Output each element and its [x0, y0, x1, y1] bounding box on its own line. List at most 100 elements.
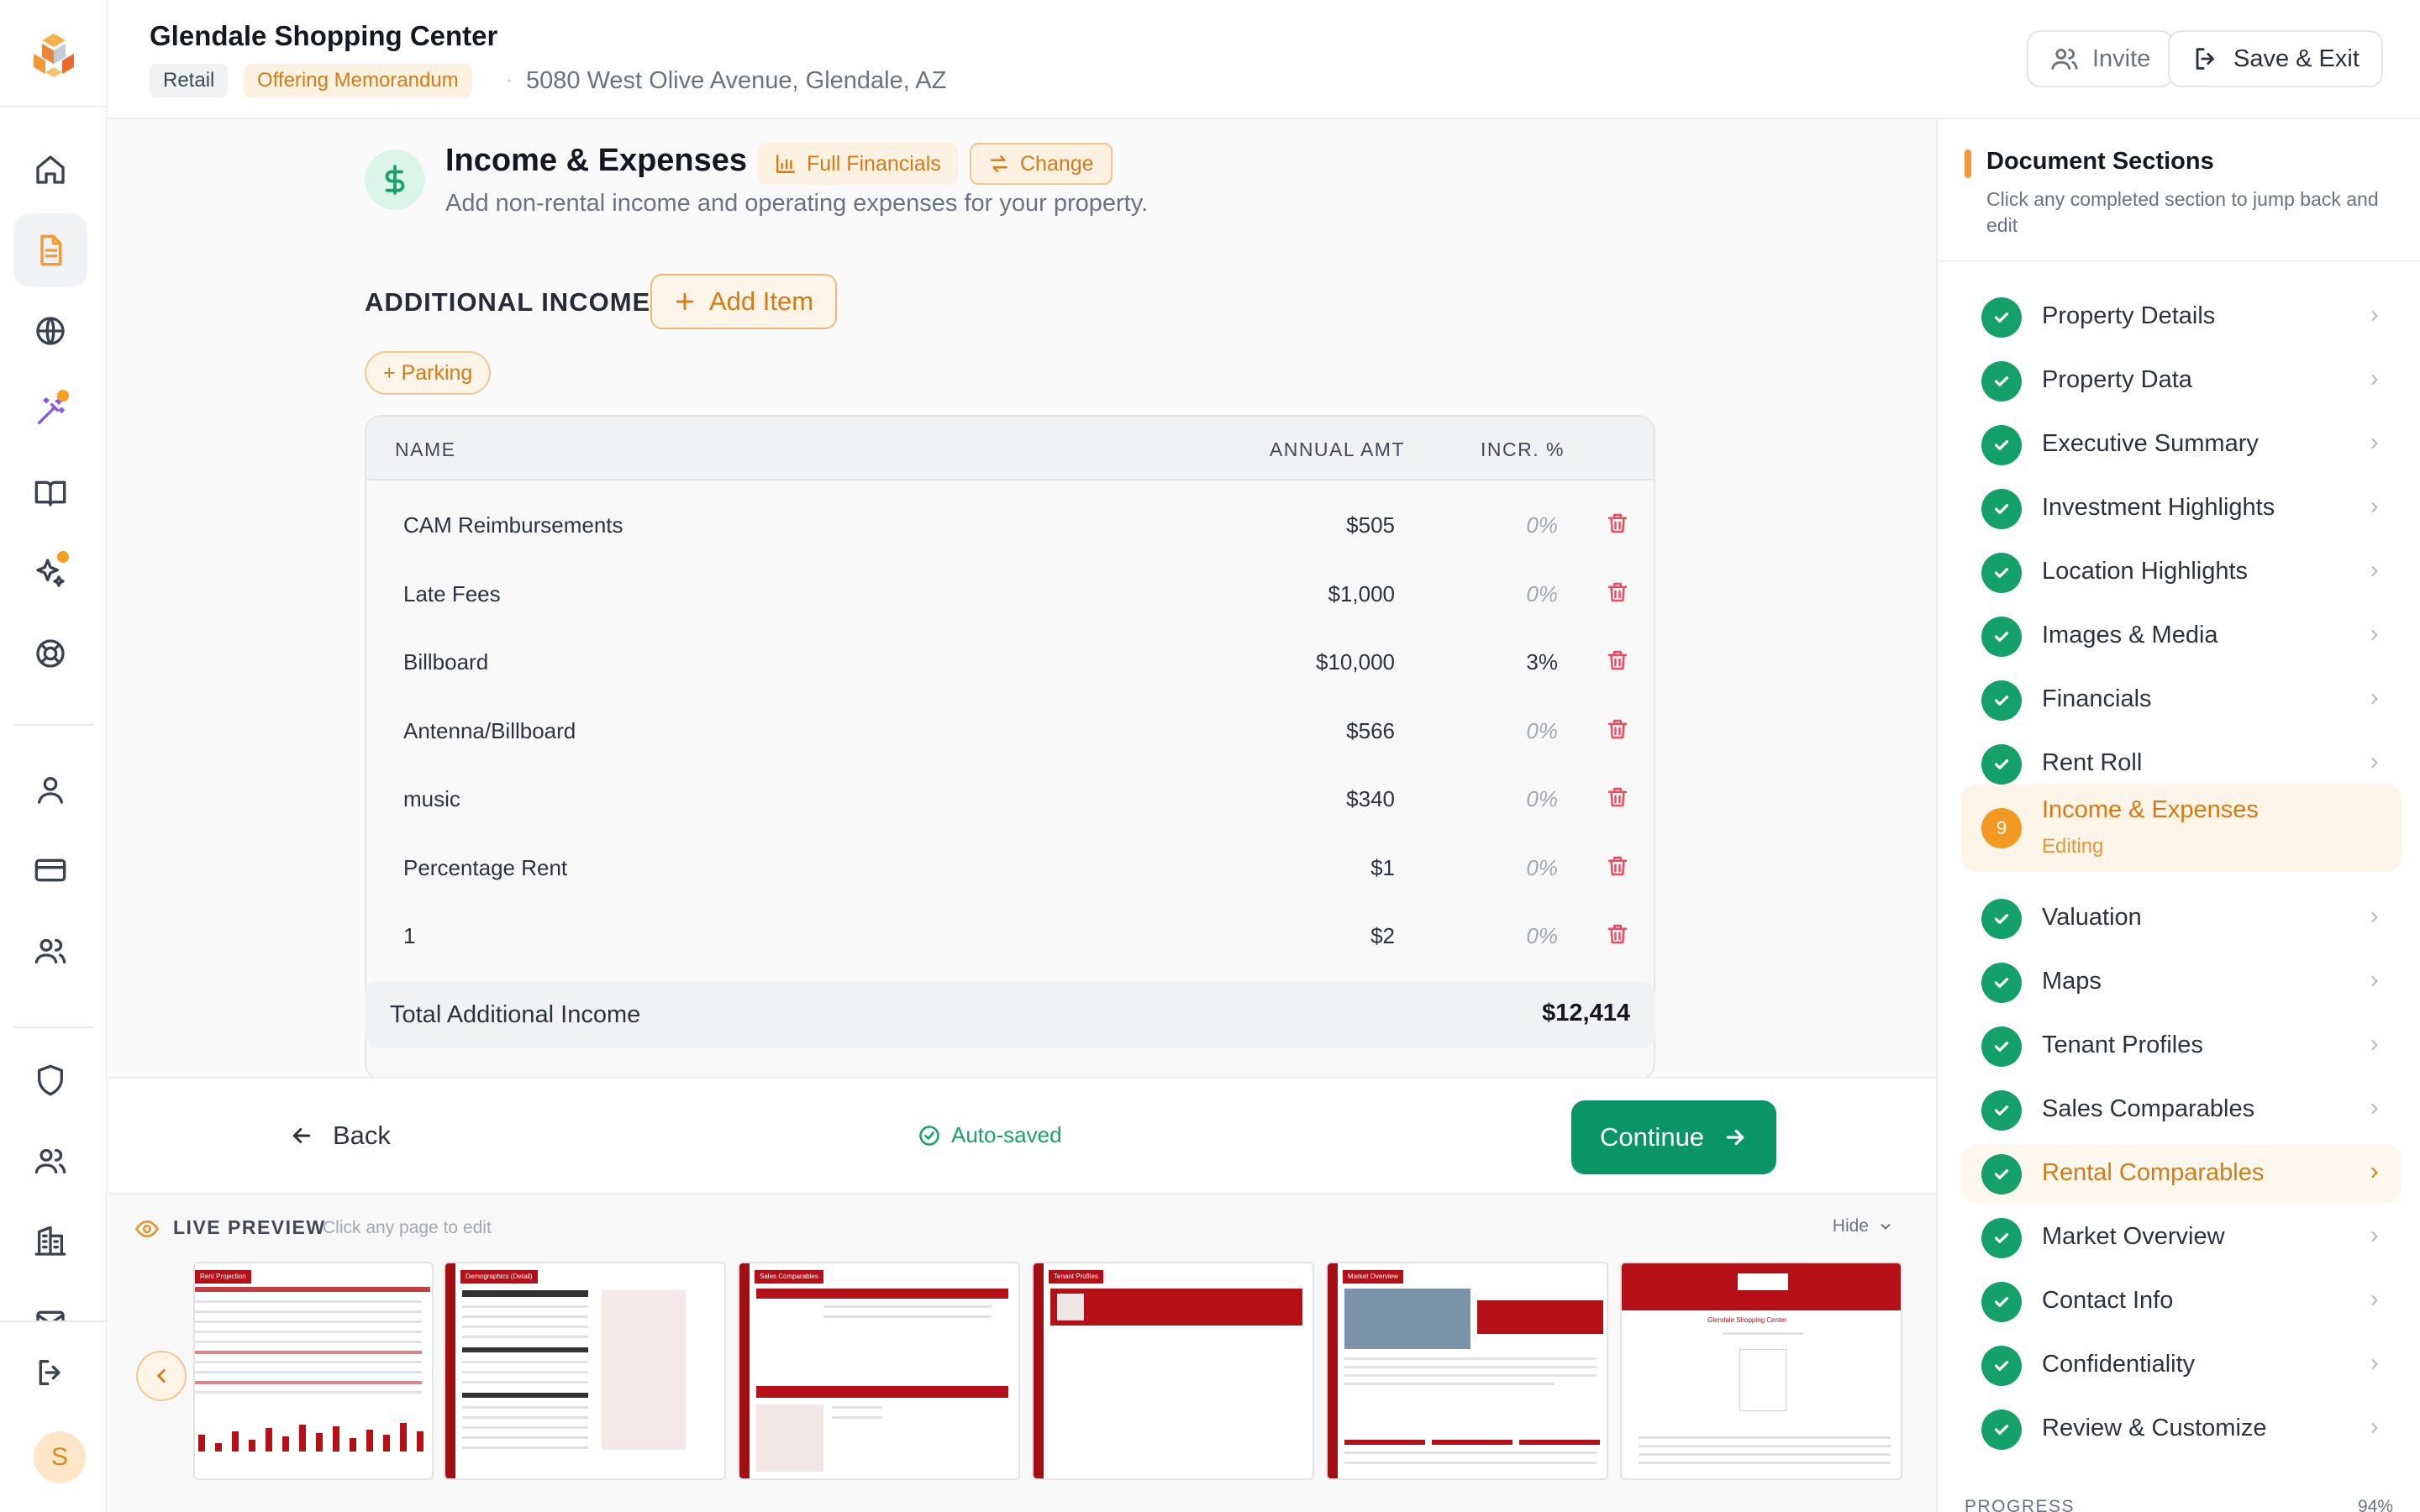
- add-parking-chip[interactable]: + Parking: [365, 351, 492, 395]
- row-annual-amount[interactable]: $1: [1370, 855, 1395, 881]
- sidebar-item-confidentiality[interactable]: Confidentiality: [1961, 1336, 2402, 1394]
- preview-line: [462, 1446, 588, 1449]
- back-button[interactable]: Back: [289, 1121, 391, 1151]
- table-row[interactable]: Percentage Rent $1 0%: [366, 835, 1654, 902]
- sidebar-item-property-details[interactable]: Property Details: [1961, 287, 2402, 346]
- row-annual-amount[interactable]: $505: [1346, 512, 1395, 538]
- preview-scroll-left-button[interactable]: [136, 1351, 187, 1401]
- delete-row-button[interactable]: [1605, 785, 1632, 811]
- table-row[interactable]: music $340 0%: [366, 766, 1654, 833]
- ai-tools-nav[interactable]: [13, 375, 87, 449]
- sidebar-item-location-highlights[interactable]: Location Highlights: [1961, 543, 2402, 601]
- preview-tenant-logo: [1057, 1294, 1084, 1320]
- sidebar-item-maps[interactable]: Maps: [1961, 953, 2402, 1011]
- table-row[interactable]: Billboard $10,000 3%: [366, 629, 1654, 696]
- shield-icon: [38, 1064, 64, 1096]
- preview-rule: [195, 1351, 422, 1354]
- row-name[interactable]: Billboard: [403, 649, 488, 675]
- sidebar-item-income-expenses[interactable]: 9 Income & Expenses Editing: [1961, 785, 2402, 872]
- contacts-nav[interactable]: [13, 1124, 87, 1198]
- table-row[interactable]: 1 $2 0%: [366, 903, 1654, 970]
- app-logo-icon[interactable]: [27, 29, 81, 82]
- support-nav[interactable]: [13, 617, 87, 690]
- delete-row-button[interactable]: [1605, 921, 1632, 948]
- preview-page-sales-comparables[interactable]: Sales Comparables: [738, 1262, 1020, 1480]
- section-title: Income & Expenses: [445, 143, 748, 178]
- row-name[interactable]: Antenna/Billboard: [403, 718, 576, 744]
- row-increase-percent[interactable]: 0%: [1526, 581, 1558, 607]
- preview-table-header: [462, 1347, 588, 1352]
- sparkle-nav[interactable]: [13, 536, 87, 610]
- sidebar-item-executive-summary[interactable]: Executive Summary: [1961, 415, 2402, 474]
- sidebar-item-investment-highlights[interactable]: Investment Highlights: [1961, 479, 2402, 538]
- row-name[interactable]: CAM Reimbursements: [403, 512, 623, 538]
- row-increase-percent[interactable]: 0%: [1526, 786, 1558, 812]
- invite-button[interactable]: Invite: [2027, 30, 2175, 87]
- sidebar-item-label: Contact Info: [2042, 1287, 2174, 1314]
- sidebar-item-review-customize[interactable]: Review & Customize: [1961, 1399, 2402, 1458]
- preview-bar: [333, 1426, 339, 1452]
- sidebar-item-property-data[interactable]: Property Data: [1961, 351, 2402, 410]
- change-label: Change: [1020, 151, 1094, 176]
- team-nav[interactable]: [13, 914, 87, 988]
- row-annual-amount[interactable]: $340: [1346, 786, 1395, 812]
- row-increase-percent[interactable]: 0%: [1526, 718, 1558, 744]
- save-exit-button[interactable]: Save & Exit: [2168, 30, 2383, 87]
- column-increase-percent: INCR. %: [1481, 438, 1565, 460]
- table-row[interactable]: CAM Reimbursements $505 0%: [366, 492, 1654, 559]
- sidebar-item-tenant-profiles[interactable]: Tenant Profiles: [1961, 1016, 2402, 1075]
- sidebar-item-sales-comparables[interactable]: Sales Comparables: [1961, 1080, 2402, 1139]
- check-circle-icon: [1981, 617, 2022, 657]
- home-nav[interactable]: [13, 133, 87, 207]
- preview-line: [1639, 1445, 1891, 1447]
- sidebar-item-contact-info[interactable]: Contact Info: [1961, 1272, 2402, 1331]
- delete-row-button[interactable]: [1605, 853, 1632, 880]
- add-item-button[interactable]: Add Item: [650, 274, 838, 329]
- row-annual-amount[interactable]: $1,000: [1328, 581, 1395, 607]
- change-button[interactable]: Change: [970, 143, 1113, 185]
- row-increase-percent[interactable]: 3%: [1526, 649, 1558, 675]
- library-nav[interactable]: [13, 455, 87, 529]
- delete-row-button[interactable]: [1605, 580, 1632, 606]
- row-name[interactable]: Percentage Rent: [403, 855, 567, 881]
- sign-out-nav[interactable]: [13, 1336, 87, 1410]
- row-increase-percent[interactable]: 0%: [1526, 855, 1558, 881]
- sidebar-item-images-media[interactable]: Images & Media: [1961, 606, 2402, 665]
- row-annual-amount[interactable]: $10,000: [1316, 649, 1395, 675]
- delete-row-button[interactable]: [1605, 648, 1632, 675]
- hide-preview-button[interactable]: Hide: [1833, 1216, 1894, 1236]
- documents-nav[interactable]: [13, 213, 87, 287]
- continue-button[interactable]: Continue: [1571, 1100, 1776, 1174]
- row-name[interactable]: 1: [403, 923, 415, 949]
- preview-page-rent-projection[interactable]: Rent Projection: [193, 1262, 434, 1480]
- preview-page-demographics[interactable]: Demographics (Detail): [444, 1262, 726, 1480]
- security-nav[interactable]: [13, 1043, 87, 1117]
- sidebar-item-rental-comparables[interactable]: Rental Comparables: [1961, 1144, 2402, 1203]
- table-row[interactable]: Late Fees $1,000 0%: [366, 561, 1654, 628]
- sidebar-item-valuation[interactable]: Valuation: [1961, 889, 2402, 948]
- avatar[interactable]: S: [34, 1431, 86, 1483]
- delete-row-button[interactable]: [1605, 717, 1632, 743]
- preview-page-market-overview[interactable]: Market Overview: [1326, 1262, 1608, 1480]
- sidebar-item-financials[interactable]: Financials: [1961, 670, 2402, 729]
- check-circle-icon: [1981, 744, 2022, 785]
- row-annual-amount[interactable]: $566: [1346, 718, 1395, 744]
- row-name[interactable]: music: [403, 786, 460, 812]
- row-increase-percent[interactable]: 0%: [1526, 923, 1558, 949]
- preview-page-tenant-profiles[interactable]: Tenant Profiles: [1032, 1262, 1314, 1480]
- row-name[interactable]: Late Fees: [403, 581, 501, 607]
- organization-nav[interactable]: [13, 1205, 87, 1278]
- table-row[interactable]: Antenna/Billboard $566 0%: [366, 698, 1654, 765]
- billing-nav[interactable]: [13, 833, 87, 907]
- preview-page-cover[interactable]: Glendale Shopping Center: [1620, 1262, 1902, 1480]
- chevron-right-icon: [2366, 499, 2383, 516]
- profile-nav[interactable]: [13, 753, 87, 827]
- preview-line: [1639, 1453, 1891, 1456]
- web-nav[interactable]: [13, 294, 87, 368]
- full-financials-chip[interactable]: Full Financials: [758, 143, 958, 185]
- sidebar-item-market-overview[interactable]: Market Overview: [1961, 1208, 2402, 1267]
- delete-row-button[interactable]: [1605, 511, 1632, 538]
- mail-nav[interactable]: [13, 1285, 87, 1322]
- row-increase-percent[interactable]: 0%: [1526, 512, 1558, 538]
- row-annual-amount[interactable]: $2: [1370, 923, 1395, 949]
